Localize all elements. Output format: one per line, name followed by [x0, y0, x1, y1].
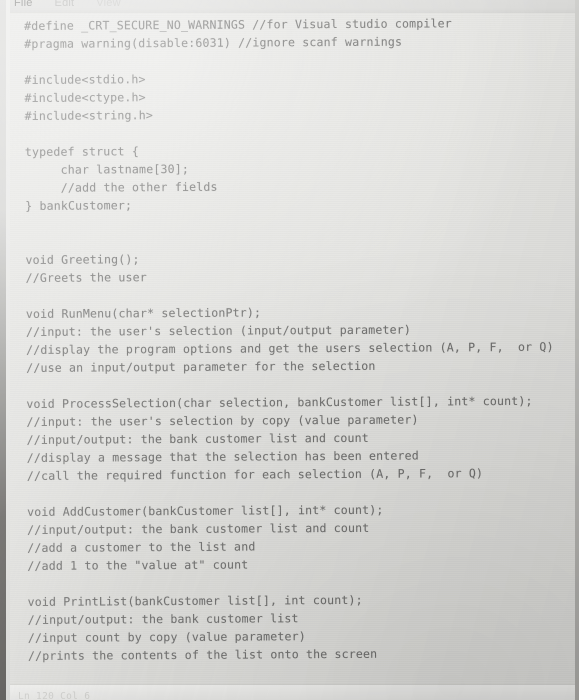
caret-position-indicator: Ln 120 Col 6 — [18, 691, 91, 700]
code-line: //display the program options and get th… — [26, 339, 554, 357]
code-line: void ProcessSelection(char selection, ba… — [26, 393, 533, 411]
screenshot-root: File Edit View #define _CRT_SECURE_NO_WA… — [0, 0, 579, 700]
menu-item-file[interactable]: File — [14, 0, 33, 9]
menu-item-view[interactable]: View — [96, 0, 120, 9]
menu-bar-items: File Edit View — [14, 0, 121, 9]
monitor-bezel-right — [575, 0, 579, 700]
monitor-bezel-left-inner — [6, 0, 10, 700]
menu-item-edit[interactable]: Edit — [55, 0, 75, 9]
code-line: //call the required function for each se… — [26, 466, 484, 483]
status-bar: Ln 120 Col 6 — [10, 684, 575, 700]
code-text-area[interactable]: #define _CRT_SECURE_NO_WARNINGS //for Vi… — [10, 13, 556, 685]
code-editor[interactable]: #define _CRT_SECURE_NO_WARNINGS //for Vi… — [10, 13, 575, 685]
menu-bar: File Edit View — [10, 0, 575, 13]
